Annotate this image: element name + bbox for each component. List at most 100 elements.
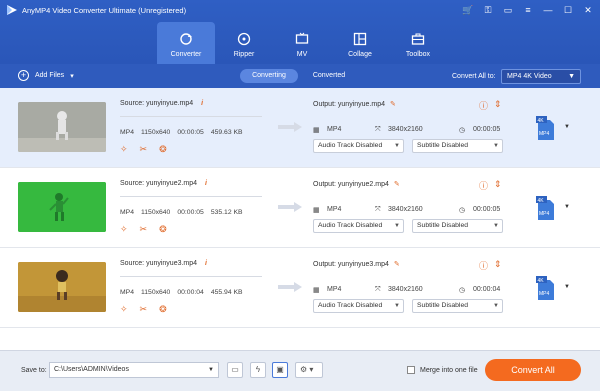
chevron-down-icon: ▼ xyxy=(568,73,575,80)
chevron-down-icon[interactable]: ▼ xyxy=(564,204,570,210)
subtitle-select[interactable]: Subtitle Disabled ▼ xyxy=(412,219,503,233)
merge-checkbox[interactable]: Merge into one file xyxy=(407,366,478,374)
pencil-icon[interactable]: ✎ xyxy=(390,101,396,108)
info-icon[interactable]: i xyxy=(205,260,207,267)
file-row[interactable]: Source: yunyinyue.mp4 i MP4 1150x640 00:0… xyxy=(0,88,600,168)
minimize-icon[interactable]: — xyxy=(542,4,554,16)
magic-wand-icon[interactable]: ✧ xyxy=(120,304,128,315)
film-icon: ▦ xyxy=(313,287,320,294)
refresh-icon xyxy=(180,33,192,45)
scissors-icon[interactable]: ✂ xyxy=(140,224,148,235)
mp4-4k-format-icon[interactable]: 4K MP4 xyxy=(536,276,556,302)
scissors-icon[interactable]: ✂ xyxy=(140,144,148,155)
pencil-icon[interactable]: ✎ xyxy=(394,181,400,188)
subtitle-select[interactable]: Subtitle Disabled ▼ xyxy=(412,299,503,313)
magic-wand-icon[interactable]: ✧ xyxy=(120,224,128,235)
output-filename: Output: yunyinyue.mp4 ✎ xyxy=(313,101,396,108)
settings-button[interactable]: ⚙ ▾ xyxy=(295,362,323,378)
arrow-right-icon xyxy=(278,122,302,132)
source-meta: MP4 1150x640 00:00:05 535.12 KB xyxy=(120,209,243,216)
mp4-4k-format-icon[interactable]: 4K MP4 xyxy=(536,116,556,142)
svg-text:4K: 4K xyxy=(538,118,545,124)
source-meta: MP4 1150x640 00:00:05 459.63 KB xyxy=(120,129,243,136)
gpu-accel-button[interactable]: ▣ xyxy=(272,362,288,378)
format-value: MP4 4K Video xyxy=(507,73,552,80)
collage-icon xyxy=(353,32,367,46)
divider xyxy=(120,116,262,117)
window-controls: 🛒 ⚿ ▭ ≡ — ☐ ✕ xyxy=(462,4,594,16)
source-filename: Source: yunyinyue3.mp4 i xyxy=(120,260,207,267)
magic-wand-icon[interactable]: ✧ xyxy=(120,144,128,155)
palette-icon[interactable]: ❂ xyxy=(159,144,167,155)
file-list: Source: yunyinyue.mp4 i MP4 1150x640 00:0… xyxy=(0,88,600,350)
tv-icon xyxy=(295,32,309,44)
chip-icon: ▣ xyxy=(276,365,284,374)
audio-track-select[interactable]: Audio Track Disabled ▼ xyxy=(313,299,404,313)
add-files-button[interactable]: + Add Files ▾ xyxy=(18,70,74,81)
save-path-input[interactable]: C:\Users\ADMIN\Videos ▼ xyxy=(49,362,219,378)
palette-icon[interactable]: ❂ xyxy=(159,304,167,315)
audio-track-select[interactable]: Audio Track Disabled ▼ xyxy=(313,219,404,233)
info-icon[interactable]: i xyxy=(205,180,207,187)
edit-tools: ✧ ✂ ❂ xyxy=(120,224,167,235)
tab-converting[interactable]: Converting xyxy=(240,69,298,83)
tab-converter[interactable]: Converter xyxy=(157,22,215,64)
info-circle-icon[interactable]: ⓘ xyxy=(479,179,488,192)
maximize-icon[interactable]: ☐ xyxy=(562,4,574,16)
checkbox[interactable] xyxy=(407,366,415,374)
lightning-off-icon: ϟ xyxy=(255,365,261,374)
convert-all-button[interactable]: Convert All xyxy=(485,359,581,381)
key-icon[interactable]: ⚿ xyxy=(482,4,494,16)
menu-icon[interactable]: ≡ xyxy=(522,4,534,16)
palette-icon[interactable]: ❂ xyxy=(159,224,167,235)
split-icon[interactable]: ⇕ xyxy=(494,259,502,270)
toolbox-icon xyxy=(411,33,425,45)
clock-icon: ◷ xyxy=(459,287,466,294)
subtitle-select[interactable]: Subtitle Disabled ▼ xyxy=(412,139,503,153)
cart-icon[interactable]: 🛒 xyxy=(462,4,474,16)
video-thumbnail[interactable] xyxy=(18,102,106,152)
tab-collage[interactable]: Collage xyxy=(331,22,389,64)
source-meta: MP4 1150x640 00:00:04 455.94 KB xyxy=(120,289,243,296)
audio-track-select[interactable]: Audio Track Disabled ▼ xyxy=(313,139,404,153)
mp4-4k-format-icon[interactable]: 4K MP4 xyxy=(536,196,556,222)
merge-label: Merge into one file xyxy=(420,366,478,374)
source-filename: Source: yunyinyue2.mp4 i xyxy=(120,180,207,187)
chevron-down-icon[interactable]: ▼ xyxy=(208,363,214,377)
scissors-icon[interactable]: ✂ xyxy=(140,304,148,315)
pencil-icon[interactable]: ✎ xyxy=(394,261,400,268)
tab-mv[interactable]: MV xyxy=(273,22,331,64)
resize-icon: ⤧ xyxy=(375,206,381,213)
file-row[interactable]: Source: yunyinyue3.mp4 i MP4 1150x640 00:… xyxy=(0,248,600,328)
hardware-accel-off-button[interactable]: ϟ xyxy=(250,362,266,378)
chevron-down-icon[interactable]: ▼ xyxy=(564,284,570,290)
chevron-down-icon[interactable]: ▼ xyxy=(564,124,570,130)
window-title: AnyMP4 Video Converter Ultimate (Unregis… xyxy=(22,6,187,15)
disc-icon xyxy=(237,32,251,46)
bottom-bar: Save to: C:\Users\ADMIN\Videos ▼ ▭ ϟ ▣ ⚙… xyxy=(0,350,600,391)
convert-all-format-select[interactable]: MP4 4K Video ▼ xyxy=(501,69,581,84)
divider xyxy=(120,276,262,277)
split-icon[interactable]: ⇕ xyxy=(494,179,502,190)
chat-icon[interactable]: ▭ xyxy=(502,4,514,16)
plus-icon: + xyxy=(18,70,29,81)
chevron-down-icon[interactable]: ▾ xyxy=(70,72,74,80)
file-row[interactable]: Source: yunyinyue2.mp4 i MP4 1150x640 00:… xyxy=(0,168,600,248)
source-filename: Source: yunyinyue.mp4 i xyxy=(120,100,204,107)
tab-ripper[interactable]: Ripper xyxy=(215,22,273,64)
video-thumbnail[interactable] xyxy=(18,182,106,232)
tab-label: Toolbox xyxy=(405,51,431,58)
divider xyxy=(120,196,262,197)
info-icon[interactable]: i xyxy=(201,100,203,107)
arrow-right-icon xyxy=(278,282,302,292)
info-circle-icon[interactable]: ⓘ xyxy=(479,99,488,112)
video-thumbnail[interactable] xyxy=(18,262,106,312)
tab-label: Converter xyxy=(170,51,202,58)
film-icon: ▦ xyxy=(313,207,320,214)
close-icon[interactable]: ✕ xyxy=(582,4,594,16)
info-circle-icon[interactable]: ⓘ xyxy=(479,259,488,272)
open-folder-button[interactable]: ▭ xyxy=(227,362,243,378)
split-icon[interactable]: ⇕ xyxy=(494,99,502,110)
tab-toolbox[interactable]: Toolbox xyxy=(389,22,447,64)
tab-converted[interactable]: Converted xyxy=(300,69,358,83)
